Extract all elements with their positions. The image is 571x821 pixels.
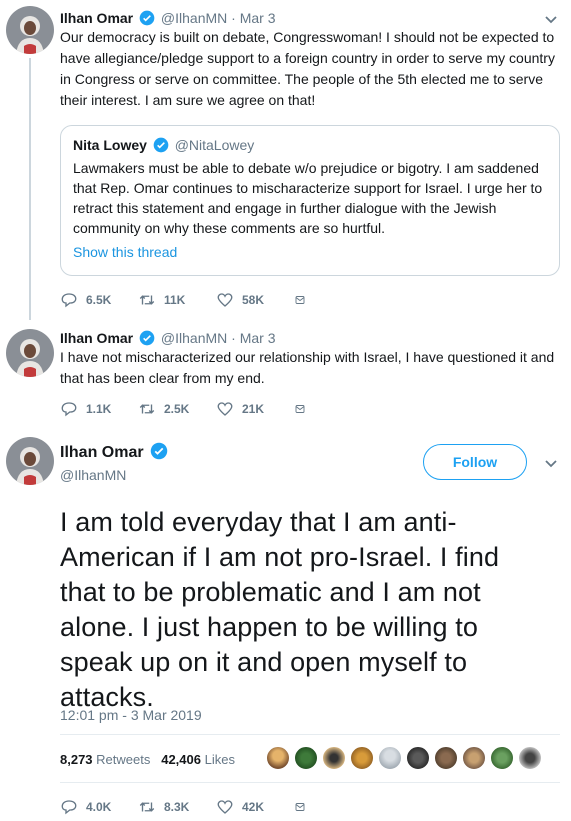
chevron-down-icon[interactable]	[543, 455, 559, 471]
reply-count: 6.5K	[86, 293, 112, 307]
reply-count: 4.0K	[86, 800, 112, 814]
thread-line	[29, 58, 31, 320]
reply-count: 1.1K	[86, 402, 112, 416]
avatar[interactable]	[6, 437, 54, 485]
likers-avatars[interactable]	[266, 746, 546, 770]
author-name[interactable]: Ilhan Omar	[60, 442, 170, 463]
reply-button[interactable]: 6.5K	[60, 291, 138, 309]
tweet-text: I have not mischaracterized our relation…	[60, 349, 555, 386]
like-count: 42K	[242, 800, 265, 814]
like-icon	[217, 293, 233, 307]
verified-badge-icon	[153, 137, 169, 153]
verified-badge-icon	[139, 330, 155, 346]
tweet-timestamp[interactable]: 12:01 pm - 3 Mar 2019	[60, 707, 202, 723]
tweet-header: Ilhan Omar @IlhanMN · Mar 3	[60, 9, 276, 27]
like-button[interactable]: 58K	[216, 291, 294, 309]
like-count: 58K	[242, 293, 265, 307]
like-icon	[217, 800, 233, 814]
liker-avatar[interactable]	[350, 746, 374, 770]
retweet-icon	[139, 404, 155, 414]
retweet-count: 11K	[164, 293, 186, 307]
chevron-down-icon[interactable]	[543, 11, 559, 27]
tweet-date[interactable]: Mar 3	[240, 330, 276, 346]
liker-avatar[interactable]	[294, 746, 318, 770]
divider	[60, 734, 560, 735]
direct-message-button[interactable]	[294, 291, 314, 309]
tweet-header: Ilhan Omar @IlhanMN · Mar 3	[60, 329, 276, 347]
tweet-text: Our democracy is built on debate, Congre…	[60, 29, 555, 108]
author-name[interactable]: Ilhan Omar	[60, 10, 133, 26]
like-count: 21K	[242, 402, 265, 416]
liker-avatar[interactable]	[322, 746, 346, 770]
verified-badge-icon	[139, 10, 155, 26]
show-thread-link[interactable]: Show this thread	[73, 242, 547, 262]
tweet-2[interactable]: Ilhan Omar @IlhanMN · Mar 3 I have not m…	[0, 320, 571, 425]
like-icon	[217, 402, 233, 416]
retweet-button[interactable]: 2.5K	[138, 400, 216, 418]
likes-label: Likes	[204, 752, 235, 767]
retweet-count: 2.5K	[164, 402, 190, 416]
tweet-date[interactable]: Mar 3	[240, 10, 276, 26]
retweets-label: Retweets	[96, 752, 151, 767]
quoted-tweet[interactable]: Nita Lowey @NitaLowey Lawmakers must be …	[60, 125, 560, 276]
quote-text: Lawmakers must be able to debate w/o pre…	[73, 160, 543, 236]
direct-message-icon	[295, 803, 305, 811]
direct-message-button[interactable]	[294, 400, 314, 418]
separator-dot: ·	[231, 330, 236, 346]
direct-message-icon	[295, 405, 305, 413]
liker-avatar[interactable]	[406, 746, 430, 770]
avatar[interactable]	[6, 329, 54, 377]
direct-message-button[interactable]	[294, 798, 314, 816]
tweet-actions: 4.0K 8.3K 42K	[60, 797, 314, 817]
liker-avatar[interactable]	[518, 746, 542, 770]
liker-avatar[interactable]	[490, 746, 514, 770]
separator-dot: ·	[231, 10, 236, 26]
engagement-stats: 8,273 Retweets 42,406 Likes	[60, 752, 235, 767]
tweet-text: I am told everyday that I am anti-Americ…	[60, 507, 500, 712]
author-handle[interactable]: @IlhanMN	[60, 466, 126, 484]
quote-author-name: Nita Lowey	[73, 137, 147, 153]
retweet-count: 8.3K	[164, 800, 190, 814]
retweet-button[interactable]: 11K	[138, 291, 216, 309]
author-name-text: Ilhan Omar	[60, 444, 144, 461]
reply-button[interactable]: 1.1K	[60, 400, 138, 418]
retweet-icon	[139, 802, 155, 812]
tweet-actions: 1.1K 2.5K 21K	[60, 399, 314, 419]
liker-avatar[interactable]	[266, 746, 290, 770]
author-name[interactable]: Ilhan Omar	[60, 330, 133, 346]
tweet-actions: 6.5K 11K 58K	[60, 290, 314, 310]
liker-avatar[interactable]	[434, 746, 458, 770]
liker-avatar[interactable]	[462, 746, 486, 770]
retweet-icon	[139, 295, 155, 305]
author-handle[interactable]: @IlhanMN	[161, 10, 227, 26]
follow-button[interactable]: Follow	[423, 444, 527, 480]
quote-author-handle: @NitaLowey	[174, 137, 255, 153]
reply-icon	[61, 402, 77, 417]
like-total: 42,406	[161, 752, 201, 767]
reply-button[interactable]: 4.0K	[60, 798, 138, 816]
quote-header: Nita Lowey @NitaLowey	[73, 136, 547, 154]
likes-stat[interactable]: 42,406 Likes	[161, 752, 235, 767]
author-handle[interactable]: @IlhanMN	[161, 330, 227, 346]
retweet-total: 8,273	[60, 752, 93, 767]
tweet-1[interactable]: Ilhan Omar @IlhanMN · Mar 3 Our democrac…	[0, 0, 571, 320]
retweet-button[interactable]: 8.3K	[138, 798, 216, 816]
direct-message-icon	[295, 296, 305, 304]
reply-icon	[61, 293, 77, 308]
divider	[60, 782, 560, 783]
verified-badge-icon	[150, 442, 168, 460]
like-button[interactable]: 42K	[216, 798, 294, 816]
like-button[interactable]: 21K	[216, 400, 294, 418]
liker-avatar[interactable]	[378, 746, 402, 770]
retweets-stat[interactable]: 8,273 Retweets	[60, 752, 150, 767]
avatar[interactable]	[6, 6, 54, 54]
reply-icon	[61, 800, 77, 815]
